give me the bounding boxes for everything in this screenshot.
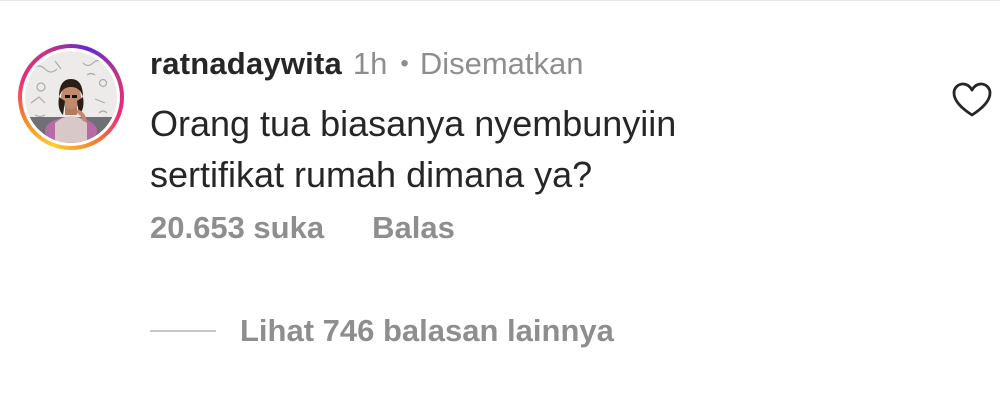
view-replies-button[interactable]: Lihat 746 balasan lainnya <box>150 310 614 352</box>
reply-button[interactable]: Balas <box>372 210 455 246</box>
comment-text-line: sertifikat rumah dimana ya? <box>150 154 593 195</box>
replies-divider <box>150 330 216 332</box>
likes-count[interactable]: 20.653 suka <box>150 210 324 246</box>
separator-dot: • <box>400 50 409 77</box>
view-replies-label[interactable]: Lihat 746 balasan lainnya <box>240 313 614 349</box>
pinned-label: Disematkan <box>419 46 584 81</box>
top-divider <box>0 0 1000 1</box>
comment-text: Orang tua biasanya nyembunyiin sertifika… <box>150 98 910 200</box>
avatar-story-ring[interactable] <box>18 44 124 150</box>
comment-actions: 20.653 suka Balas <box>150 208 455 248</box>
avatar-ring-gap <box>22 48 120 146</box>
avatar[interactable] <box>25 51 117 143</box>
username[interactable]: ratnadaywita <box>150 46 342 82</box>
comment-text-line: Orang tua biasanya nyembunyiin <box>150 103 677 144</box>
comment-time: 1h <box>352 46 388 81</box>
comment-header: ratnadaywita 1h • Disematkan <box>150 44 584 84</box>
heart-outline-icon[interactable] <box>952 82 992 118</box>
